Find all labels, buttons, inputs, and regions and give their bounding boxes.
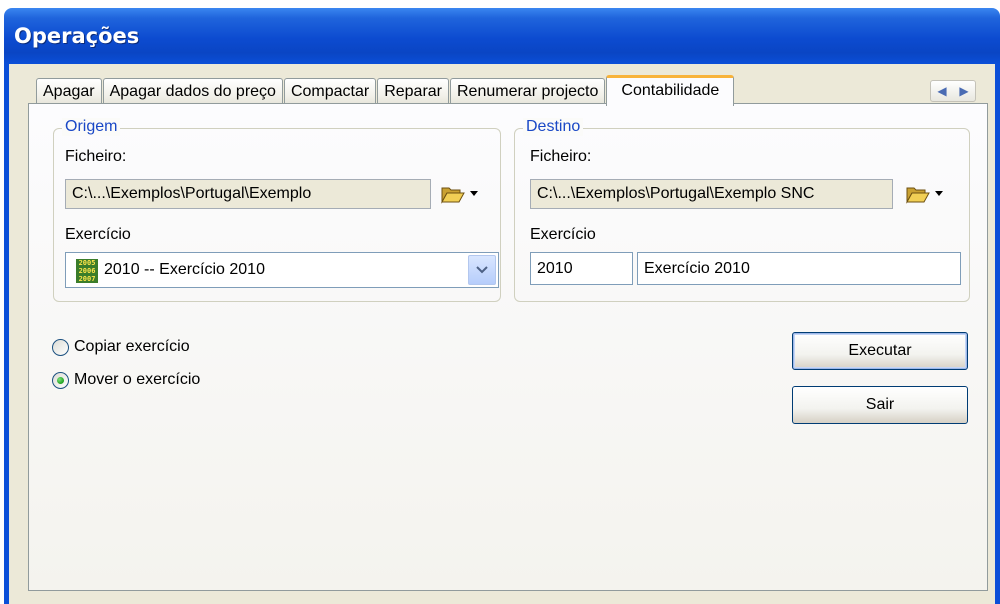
destino-year-name-input[interactable]: Exercício 2010 xyxy=(637,252,961,285)
tab-reparar[interactable]: Reparar xyxy=(377,78,449,106)
move-year-option[interactable]: Mover o exercício xyxy=(52,371,200,389)
destino-file-label: Ficheiro: xyxy=(530,148,592,165)
tab-contabilidade[interactable]: Contabilidade xyxy=(606,75,735,106)
destino-caption: Destino xyxy=(523,118,584,136)
destino-year-label: Exercício xyxy=(530,226,596,243)
window-title: Operações xyxy=(14,24,140,48)
tab-apagar-dados-preco[interactable]: Apagar dados do preço xyxy=(102,78,283,106)
origem-year-select[interactable]: 2005 2006 2007 2010 -- Exercício 2010 xyxy=(65,252,499,288)
execute-button[interactable]: Executar xyxy=(792,332,968,370)
copy-year-option[interactable]: Copiar exercício xyxy=(52,338,190,356)
origem-browse-button[interactable] xyxy=(440,180,484,208)
copy-year-label: Copiar exercício xyxy=(74,338,190,355)
origem-year-label: Exercício xyxy=(65,226,131,243)
title-bar[interactable]: Operações xyxy=(4,8,1000,64)
operations-window: Operações Apagar Apagar dados do preço C… xyxy=(0,0,1000,604)
window-frame-right xyxy=(995,64,1000,604)
tab-renumerar-projecto[interactable]: Renumerar projecto xyxy=(450,78,606,106)
move-year-label: Mover o exercício xyxy=(74,371,201,388)
dropdown-arrow-icon xyxy=(470,191,478,196)
chevron-left-icon[interactable]: ◀ xyxy=(937,84,946,98)
origem-file-label: Ficheiro: xyxy=(65,148,127,165)
chevron-down-icon[interactable] xyxy=(468,255,496,285)
folder-open-icon xyxy=(906,187,930,204)
tab-scroll-buttons: ◀ ▶ xyxy=(930,80,976,102)
exit-button[interactable]: Sair xyxy=(792,386,968,424)
move-year-radio[interactable] xyxy=(52,371,69,389)
tab-compactar[interactable]: Compactar xyxy=(283,78,377,106)
origem-file-field[interactable]: C:\...\Exemplos\Portugal\Exemplo xyxy=(65,179,431,209)
origem-year-selected: 2010 -- Exercício 2010 xyxy=(104,261,265,278)
copy-year-radio[interactable] xyxy=(52,338,69,356)
destino-file-field[interactable]: C:\...\Exemplos\Portugal\Exemplo SNC xyxy=(530,179,893,209)
tab-strip: Apagar Apagar dados do preço Compactar R… xyxy=(36,75,735,106)
calendar-years-icon: 2005 2006 2007 xyxy=(76,259,98,283)
chevron-right-icon[interactable]: ▶ xyxy=(959,84,968,98)
folder-open-icon xyxy=(441,187,465,204)
destino-year-code-input[interactable]: 2010 xyxy=(530,252,633,285)
tab-apagar[interactable]: Apagar xyxy=(36,78,102,106)
destino-browse-button[interactable] xyxy=(905,180,949,208)
dropdown-arrow-icon xyxy=(935,191,943,196)
origem-caption: Origem xyxy=(62,118,121,136)
